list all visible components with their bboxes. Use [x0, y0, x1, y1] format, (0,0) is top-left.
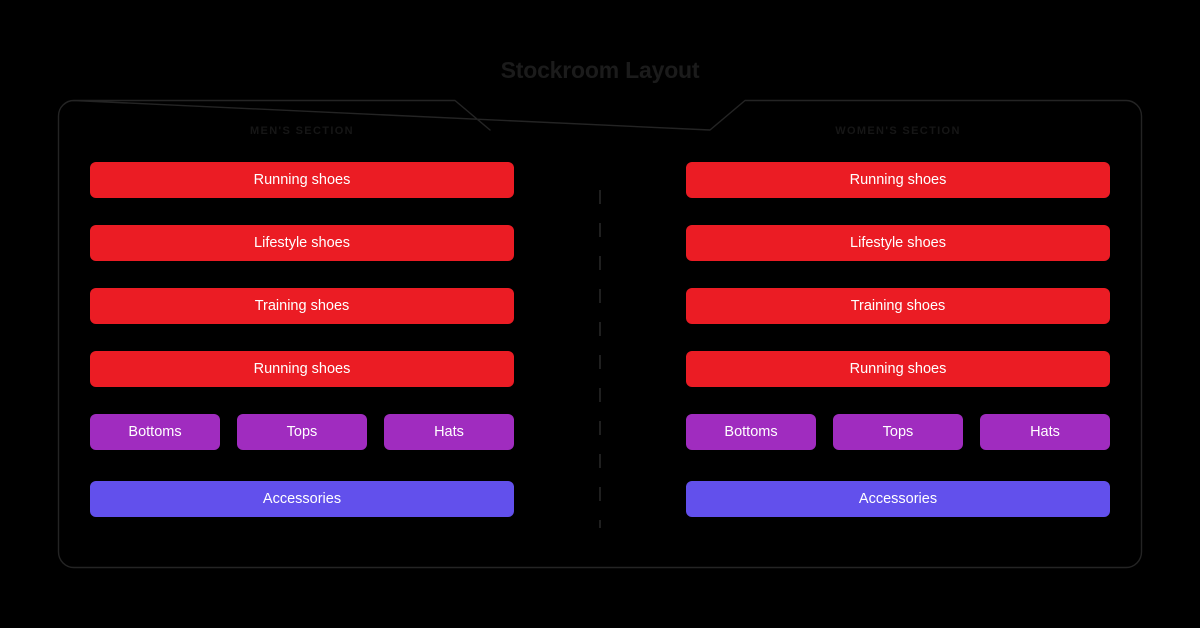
section-header-womens: WOMEN'S SECTION [835, 125, 961, 137]
chip-mens-hats[interactable]: Hats [384, 414, 514, 450]
section-mens: MEN'S SECTION Running shoes Lifestyle sh… [82, 124, 522, 517]
chip-label: Bottoms [128, 424, 182, 440]
section-womens: WOMEN'S SECTION Running shoes Lifestyle … [678, 124, 1118, 517]
chip-mens-tops[interactable]: Tops [237, 414, 367, 450]
womens-rows: Running shoes Lifestyle shoes Training s… [678, 162, 1118, 517]
bar-label: Accessories [858, 491, 938, 507]
chip-womens-hats[interactable]: Hats [980, 414, 1110, 450]
bar-womens-shoes-4[interactable]: Running shoes [686, 351, 1110, 387]
chip-womens-bottoms[interactable]: Bottoms [686, 414, 816, 450]
bar-label: Lifestyle shoes [850, 235, 946, 251]
chip-label: Tops [286, 424, 318, 440]
center-dashed-divider [599, 190, 601, 528]
chip-label: Hats [1030, 424, 1060, 440]
chip-label: Tops [882, 424, 914, 440]
womens-apparel-row: Bottoms Tops Hats [686, 414, 1110, 450]
mens-rows: Running shoes Lifestyle shoes Training s… [82, 162, 522, 517]
divider-line [599, 190, 601, 528]
bar-womens-shoes-3[interactable]: Training shoes [686, 288, 1110, 324]
section-header-mens: MEN'S SECTION [250, 125, 354, 137]
bar-mens-shoes-2[interactable]: Lifestyle shoes [90, 225, 514, 261]
bar-womens-accessories[interactable]: Accessories [686, 481, 1110, 517]
bar-womens-shoes-2[interactable]: Lifestyle shoes [686, 225, 1110, 261]
stockroom-layout-canvas: Stockroom Layout MEN'S SECTION Running s… [0, 0, 1200, 628]
bar-label: Lifestyle shoes [254, 235, 350, 251]
page-title: Stockroom Layout [500, 57, 700, 83]
bar-mens-shoes-1[interactable]: Running shoes [90, 162, 514, 198]
bar-label: Running shoes [849, 361, 947, 377]
bar-label: Running shoes [849, 172, 947, 188]
bar-mens-shoes-3[interactable]: Training shoes [90, 288, 514, 324]
bar-mens-accessories[interactable]: Accessories [90, 481, 514, 517]
bar-mens-shoes-4[interactable]: Running shoes [90, 351, 514, 387]
chip-label: Hats [434, 424, 464, 440]
bar-womens-shoes-1[interactable]: Running shoes [686, 162, 1110, 198]
bar-label: Running shoes [253, 172, 351, 188]
chip-label: Bottoms [724, 424, 778, 440]
bar-label: Accessories [262, 491, 342, 507]
mens-apparel-row: Bottoms Tops Hats [90, 414, 514, 450]
bar-label: Training shoes [850, 298, 946, 314]
bar-label: Running shoes [253, 361, 351, 377]
chip-mens-bottoms[interactable]: Bottoms [90, 414, 220, 450]
bar-label: Training shoes [254, 298, 350, 314]
chip-womens-tops[interactable]: Tops [833, 414, 963, 450]
